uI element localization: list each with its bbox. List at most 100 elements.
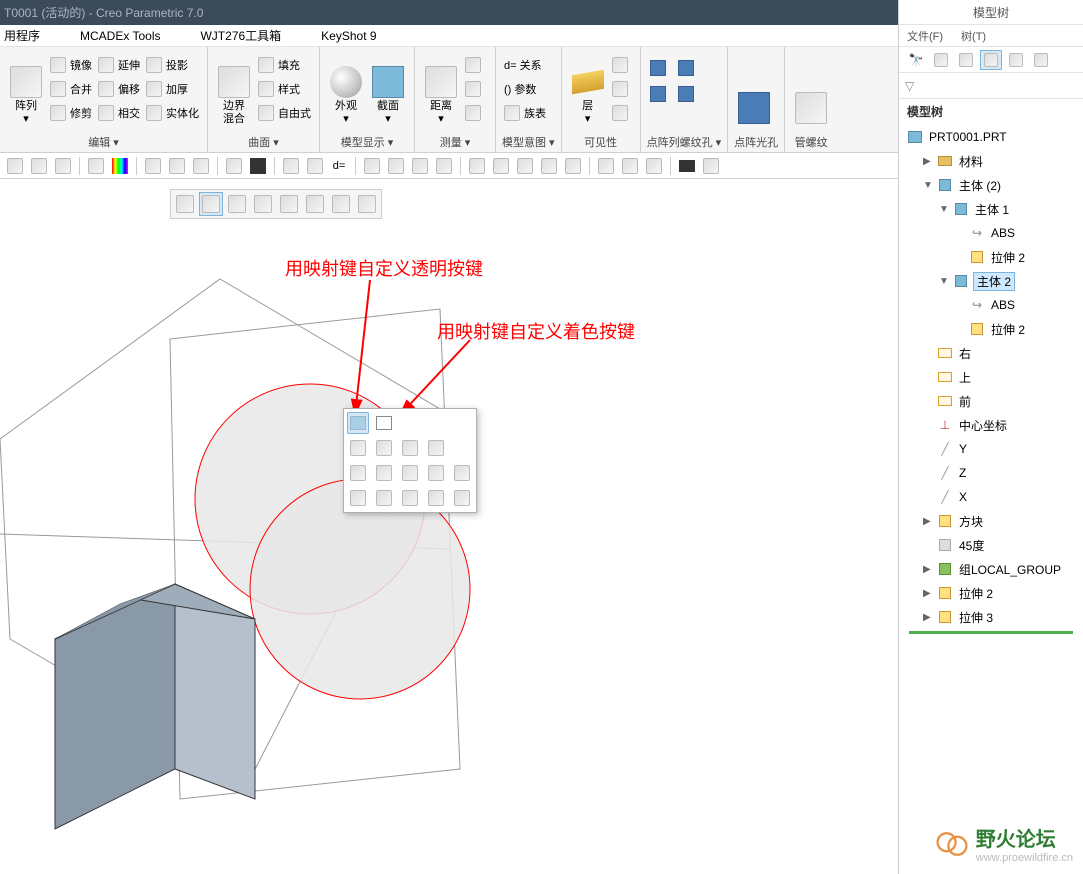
ctx-btn[interactable]	[425, 437, 447, 459]
layer-button[interactable]: 层 ▾	[568, 50, 608, 128]
tree-row[interactable]: ↪ABS	[903, 221, 1079, 245]
measure-icon-1[interactable]	[463, 54, 489, 76]
thicken-button[interactable]: 加厚	[144, 78, 201, 100]
qt-icon[interactable]	[304, 156, 326, 176]
tree-row[interactable]: 拉伸 2	[903, 317, 1079, 341]
expand-arrow[interactable]: ▶	[923, 156, 933, 167]
ft-btn-5[interactable]	[277, 192, 301, 216]
vis-icon-1[interactable]	[610, 54, 634, 76]
ctx-shaded-button[interactable]	[373, 412, 395, 434]
ft-btn-1[interactable]	[173, 192, 197, 216]
group-label[interactable]: 模型意图 ▾	[502, 132, 555, 150]
ctx-btn[interactable]	[425, 462, 447, 484]
expand-arrow[interactable]: ▶	[923, 588, 933, 599]
measure-icon-3[interactable]	[463, 102, 489, 124]
qt-icon[interactable]	[385, 156, 407, 176]
expand-arrow[interactable]: ▶	[923, 516, 933, 527]
qt-icon[interactable]	[466, 156, 488, 176]
ctx-btn[interactable]	[425, 487, 447, 509]
qt-icon[interactable]	[109, 156, 131, 176]
qt-icon[interactable]	[619, 156, 641, 176]
expand-arrow[interactable]: ▶	[923, 564, 933, 575]
qt-icon[interactable]	[4, 156, 26, 176]
qt-icon[interactable]	[361, 156, 383, 176]
tree-row[interactable]: ▶拉伸 2	[903, 581, 1079, 605]
group-label[interactable]: 测量 ▾	[421, 132, 489, 150]
ft-btn-7[interactable]	[329, 192, 353, 216]
tree-row[interactable]: ↪ABS	[903, 293, 1079, 317]
menu-item[interactable]: KeyShot 9	[321, 29, 376, 43]
ctx-btn[interactable]	[451, 487, 473, 509]
freeform-button[interactable]: 自由式	[256, 102, 313, 124]
trim-button[interactable]: 修剪	[48, 102, 94, 124]
rp-icon[interactable]	[955, 50, 977, 70]
group-label[interactable]: 点阵列螺纹孔 ▾	[647, 132, 722, 150]
qt-icon[interactable]	[142, 156, 164, 176]
family-table-button[interactable]: 族表	[502, 102, 548, 124]
extend-button[interactable]: 延伸	[96, 54, 142, 76]
qt-icon[interactable]	[676, 156, 698, 176]
ctx-btn[interactable]	[399, 437, 421, 459]
ctx-btn[interactable]	[373, 462, 395, 484]
tree-row[interactable]: ▼主体 2	[903, 269, 1079, 293]
expand-arrow[interactable]: ▼	[939, 204, 949, 215]
ctx-btn[interactable]	[347, 462, 369, 484]
qt-d-label[interactable]: d=	[328, 156, 350, 176]
tree-row[interactable]: ▼主体 (2)	[903, 173, 1079, 197]
thread-icon-1[interactable]	[647, 58, 669, 78]
tree-row[interactable]: ╱Y	[903, 437, 1079, 461]
ctx-btn[interactable]	[347, 487, 369, 509]
expand-arrow[interactable]: ▶	[923, 612, 933, 623]
tree-row[interactable]: ▶材料	[903, 149, 1079, 173]
filter-icon[interactable]: ▽	[905, 79, 914, 93]
qt-icon[interactable]	[538, 156, 560, 176]
menu-item[interactable]: MCADEx Tools	[80, 29, 160, 43]
parameters-button[interactable]: () 参数	[502, 78, 548, 100]
vis-icon-3[interactable]	[610, 102, 634, 124]
appearance-button[interactable]: 外观 ▾	[326, 50, 366, 128]
tree-row[interactable]: ╱X	[903, 485, 1079, 509]
ctx-btn[interactable]	[347, 437, 369, 459]
menu-item[interactable]: WJT276工具箱	[200, 27, 281, 44]
measure-icon-2[interactable]	[463, 78, 489, 100]
tree-row[interactable]: ▶组LOCAL_GROUP	[903, 557, 1079, 581]
qt-icon[interactable]	[409, 156, 431, 176]
qt-icon[interactable]	[28, 156, 50, 176]
tree-row[interactable]: ╱Z	[903, 461, 1079, 485]
thread-icon-4[interactable]	[675, 84, 697, 104]
rp-icon-active[interactable]	[980, 50, 1002, 70]
tree-row[interactable]: 上	[903, 365, 1079, 389]
ctx-transparent-button[interactable]	[347, 412, 369, 434]
model-tree[interactable]: PRT0001.PRT ▶材料▼主体 (2)▼主体 1↪ABS拉伸 2▼主体 2…	[899, 123, 1083, 874]
section-button[interactable]: 截面 ▾	[368, 50, 408, 128]
qt-icon[interactable]	[490, 156, 512, 176]
project-button[interactable]: 投影	[144, 54, 201, 76]
qt-icon[interactable]	[247, 156, 269, 176]
merge-button[interactable]: 合并	[48, 78, 94, 100]
ft-btn-3[interactable]	[225, 192, 249, 216]
qt-icon[interactable]	[433, 156, 455, 176]
qt-icon[interactable]	[190, 156, 212, 176]
tree-row[interactable]: 右	[903, 341, 1079, 365]
qt-icon[interactable]	[52, 156, 74, 176]
pattern-button[interactable]: 阵列 ▾	[6, 50, 46, 128]
solidify-button[interactable]: 实体化	[144, 102, 201, 124]
thread-icon-2[interactable]	[675, 58, 697, 78]
tree-row[interactable]: ⊥中心坐标	[903, 413, 1079, 437]
tree-root[interactable]: PRT0001.PRT	[903, 125, 1079, 149]
tree-row[interactable]: 45度	[903, 533, 1079, 557]
qt-icon[interactable]	[280, 156, 302, 176]
qt-icon[interactable]	[700, 156, 722, 176]
tree-row[interactable]: 前	[903, 389, 1079, 413]
ctx-btn[interactable]	[451, 462, 473, 484]
graphics-area[interactable]	[0, 179, 898, 874]
style-button[interactable]: 样式	[256, 78, 313, 100]
tab-tree[interactable]: 树(T)	[961, 28, 986, 44]
offset-button[interactable]: 偏移	[96, 78, 142, 100]
ctx-btn[interactable]	[373, 437, 395, 459]
tree-row[interactable]: ▶拉伸 3	[903, 605, 1079, 629]
boundary-blend-button[interactable]: 边界 混合	[214, 50, 254, 128]
tree-row[interactable]: ▶方块	[903, 509, 1079, 533]
ft-btn-8[interactable]	[355, 192, 379, 216]
qt-icon[interactable]	[643, 156, 665, 176]
